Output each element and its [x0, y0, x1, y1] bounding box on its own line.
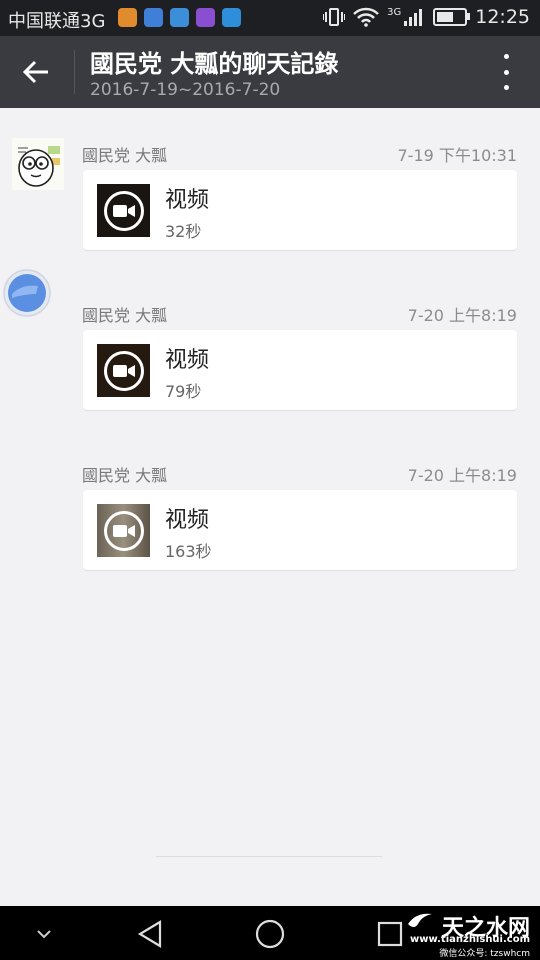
notification-app-icon: [196, 8, 215, 27]
notification-app-icon: [144, 8, 163, 27]
sender-name: 國民党 大瓢: [82, 306, 168, 325]
avatar[interactable]: [2, 268, 54, 320]
notification-app-icon: [170, 8, 189, 27]
video-thumbnail: [97, 184, 150, 237]
status-bar: 中国联通3G 3G 12:25: [0, 0, 540, 36]
video-duration: 79秒: [165, 382, 202, 401]
scroll-indicator: [156, 856, 382, 857]
watermark-account: 微信公众号: tzswhcm: [439, 949, 530, 959]
status-right: 3G 12:25: [323, 6, 530, 28]
carrier-label: 中国联通3G: [8, 11, 106, 32]
more-options-icon: [503, 54, 509, 59]
chat-history-header: 國民党 大瓢的聊天記錄 2016-7-19~2016-7-20: [0, 36, 540, 108]
square-recents-icon: [377, 921, 403, 947]
video-thumbnail: [97, 344, 150, 397]
wifi-icon: [353, 7, 379, 27]
video-camera-icon: [103, 190, 144, 231]
message-type-label: 视频: [165, 188, 210, 213]
video-camera-icon: [103, 510, 144, 551]
back-nav-button[interactable]: [134, 918, 166, 950]
sender-name: 國民党 大瓢: [82, 146, 168, 165]
video-message-card[interactable]: 视频 79秒: [83, 330, 517, 410]
watermark: 天之水网 www.tianzhishui.com 微信公众号: tzswhcm: [406, 908, 534, 959]
video-duration: 32秒: [165, 222, 202, 241]
video-camera-icon: [103, 350, 144, 391]
vibrate-icon: [323, 8, 346, 26]
video-thumbnail: [97, 504, 150, 557]
message-time: 7-19 下午10:31: [397, 146, 517, 165]
home-nav-button[interactable]: [254, 918, 286, 950]
back-arrow-icon: [22, 60, 48, 84]
message-type-label: 视频: [165, 508, 210, 533]
home-circle-icon: [255, 919, 285, 949]
sender-name: 國民党 大瓢: [82, 466, 168, 485]
network-type-label: 3G: [387, 6, 402, 18]
more-options-button[interactable]: [496, 54, 516, 90]
video-message-card[interactable]: 视频 32秒: [83, 170, 517, 250]
clock: 12:25: [475, 6, 530, 28]
video-duration: 163秒: [165, 542, 212, 561]
message-type-label: 视频: [165, 348, 210, 373]
date-range: 2016-7-19~2016-7-20: [90, 80, 281, 100]
blue-circle-avatar-icon: [3, 269, 51, 317]
message-time: 7-20 上午8:19: [407, 466, 517, 485]
message-time: 7-20 上午8:19: [407, 306, 517, 325]
watermark-logo-icon: [408, 913, 432, 927]
cartoon-avatar-icon: [12, 138, 64, 190]
system-nav-bar: 天之水网 www.tianzhishui.com 微信公众号: tzswhcm: [0, 906, 540, 960]
notification-icons: [118, 8, 241, 27]
header-divider: [74, 50, 75, 94]
triangle-back-icon: [137, 920, 162, 948]
notification-app-icon: [222, 8, 241, 27]
page-title: 國民党 大瓢的聊天記錄: [90, 50, 339, 78]
hide-nav-button[interactable]: [28, 918, 60, 950]
watermark-url: www.tianzhishui.com: [410, 934, 530, 945]
video-message-card[interactable]: 视频 163秒: [83, 490, 517, 570]
signal-icon: [404, 9, 423, 26]
notification-app-icon: [118, 8, 137, 27]
chevron-down-icon: [37, 930, 51, 939]
avatar[interactable]: [12, 138, 64, 190]
recents-nav-button[interactable]: [374, 918, 406, 950]
battery-icon: [433, 8, 471, 26]
back-button[interactable]: [16, 52, 56, 92]
